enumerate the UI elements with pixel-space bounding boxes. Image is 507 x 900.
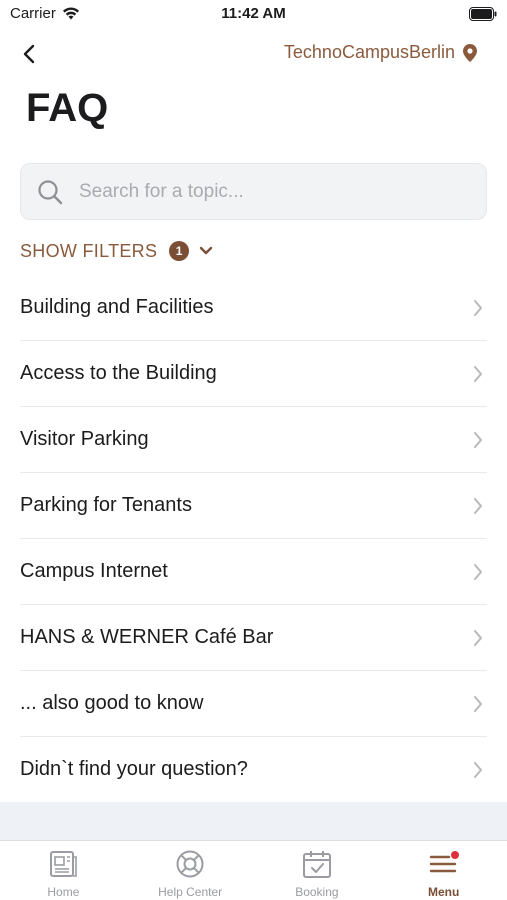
chevron-right-icon [474,431,482,448]
list-item-label: ... also good to know [20,692,204,714]
list-item-label: HANS & WERNER Café Bar [20,626,274,648]
tab-menu[interactable]: Menu [380,841,507,900]
location-label: TechnoCampusBerlin [283,42,455,62]
list-item[interactable]: Visitor Parking [20,407,487,473]
location-selector[interactable]: TechnoCampusBerlin [284,42,477,63]
status-bar: Carrier 11:42 AM [0,0,507,28]
chevron-right-icon [474,299,482,316]
list-item[interactable]: ... also good to know [20,671,487,737]
filter-count-badge: 1 [169,241,190,261]
status-time: 11:42 AM [221,5,286,22]
chevron-right-icon [474,695,482,712]
tab-booking-label: Booking [295,885,339,899]
back-icon[interactable] [18,42,42,66]
home-icon [50,851,78,877]
list-item[interactable]: Access to the Building [20,341,487,407]
tab-menu-label: Menu [427,885,460,899]
list-item-label: Visitor Parking [20,428,149,450]
notification-dot [450,851,459,859]
calendar-icon [302,851,331,878]
tab-help-center[interactable]: Help Center [127,841,254,900]
chevron-right-icon [474,497,482,514]
list-item-label: Building and Facilities [20,296,214,318]
list-item[interactable]: Campus Internet [20,539,487,605]
faq-topic-list: Building and Facilities Access to the Bu… [20,275,487,803]
filters-label: SHOW FILTERS [20,240,158,261]
location-pin-icon [463,43,477,62]
search-icon [38,179,63,204]
list-item[interactable]: Parking for Tenants [20,473,487,539]
tab-help-center-label: Help Center [158,885,223,899]
navigation-bar: TechnoCampusBerlin [0,36,507,72]
list-item[interactable]: HANS & WERNER Café Bar [20,605,487,671]
menu-icon [429,851,459,873]
list-item[interactable]: Didn`t find your question? [20,737,487,803]
list-item-label: Didn`t find your question? [20,758,248,780]
tab-home-label: Home [47,885,80,899]
help-center-icon [176,850,204,878]
search-input[interactable] [79,180,459,203]
chevron-right-icon [474,563,482,580]
list-item-label: Access to the Building [20,362,217,384]
chevron-right-icon [474,629,482,646]
tab-home[interactable]: Home [0,841,127,900]
show-filters-button[interactable]: SHOW FILTERS 1 [20,238,213,264]
list-item[interactable]: Building and Facilities [20,275,487,341]
list-item-label: Campus Internet [20,560,168,582]
list-item-label: Parking for Tenants [20,494,192,516]
search-bar[interactable] [20,163,487,220]
chevron-right-icon [474,761,482,778]
chevron-down-icon [200,246,213,255]
content-bottom-strip [0,802,507,840]
page-title: FAQ [26,86,109,130]
chevron-right-icon [474,365,482,382]
tab-booking[interactable]: Booking [254,841,381,900]
tab-bar: Home Help Center Booking Menu [0,840,507,900]
battery-icon [469,7,497,21]
